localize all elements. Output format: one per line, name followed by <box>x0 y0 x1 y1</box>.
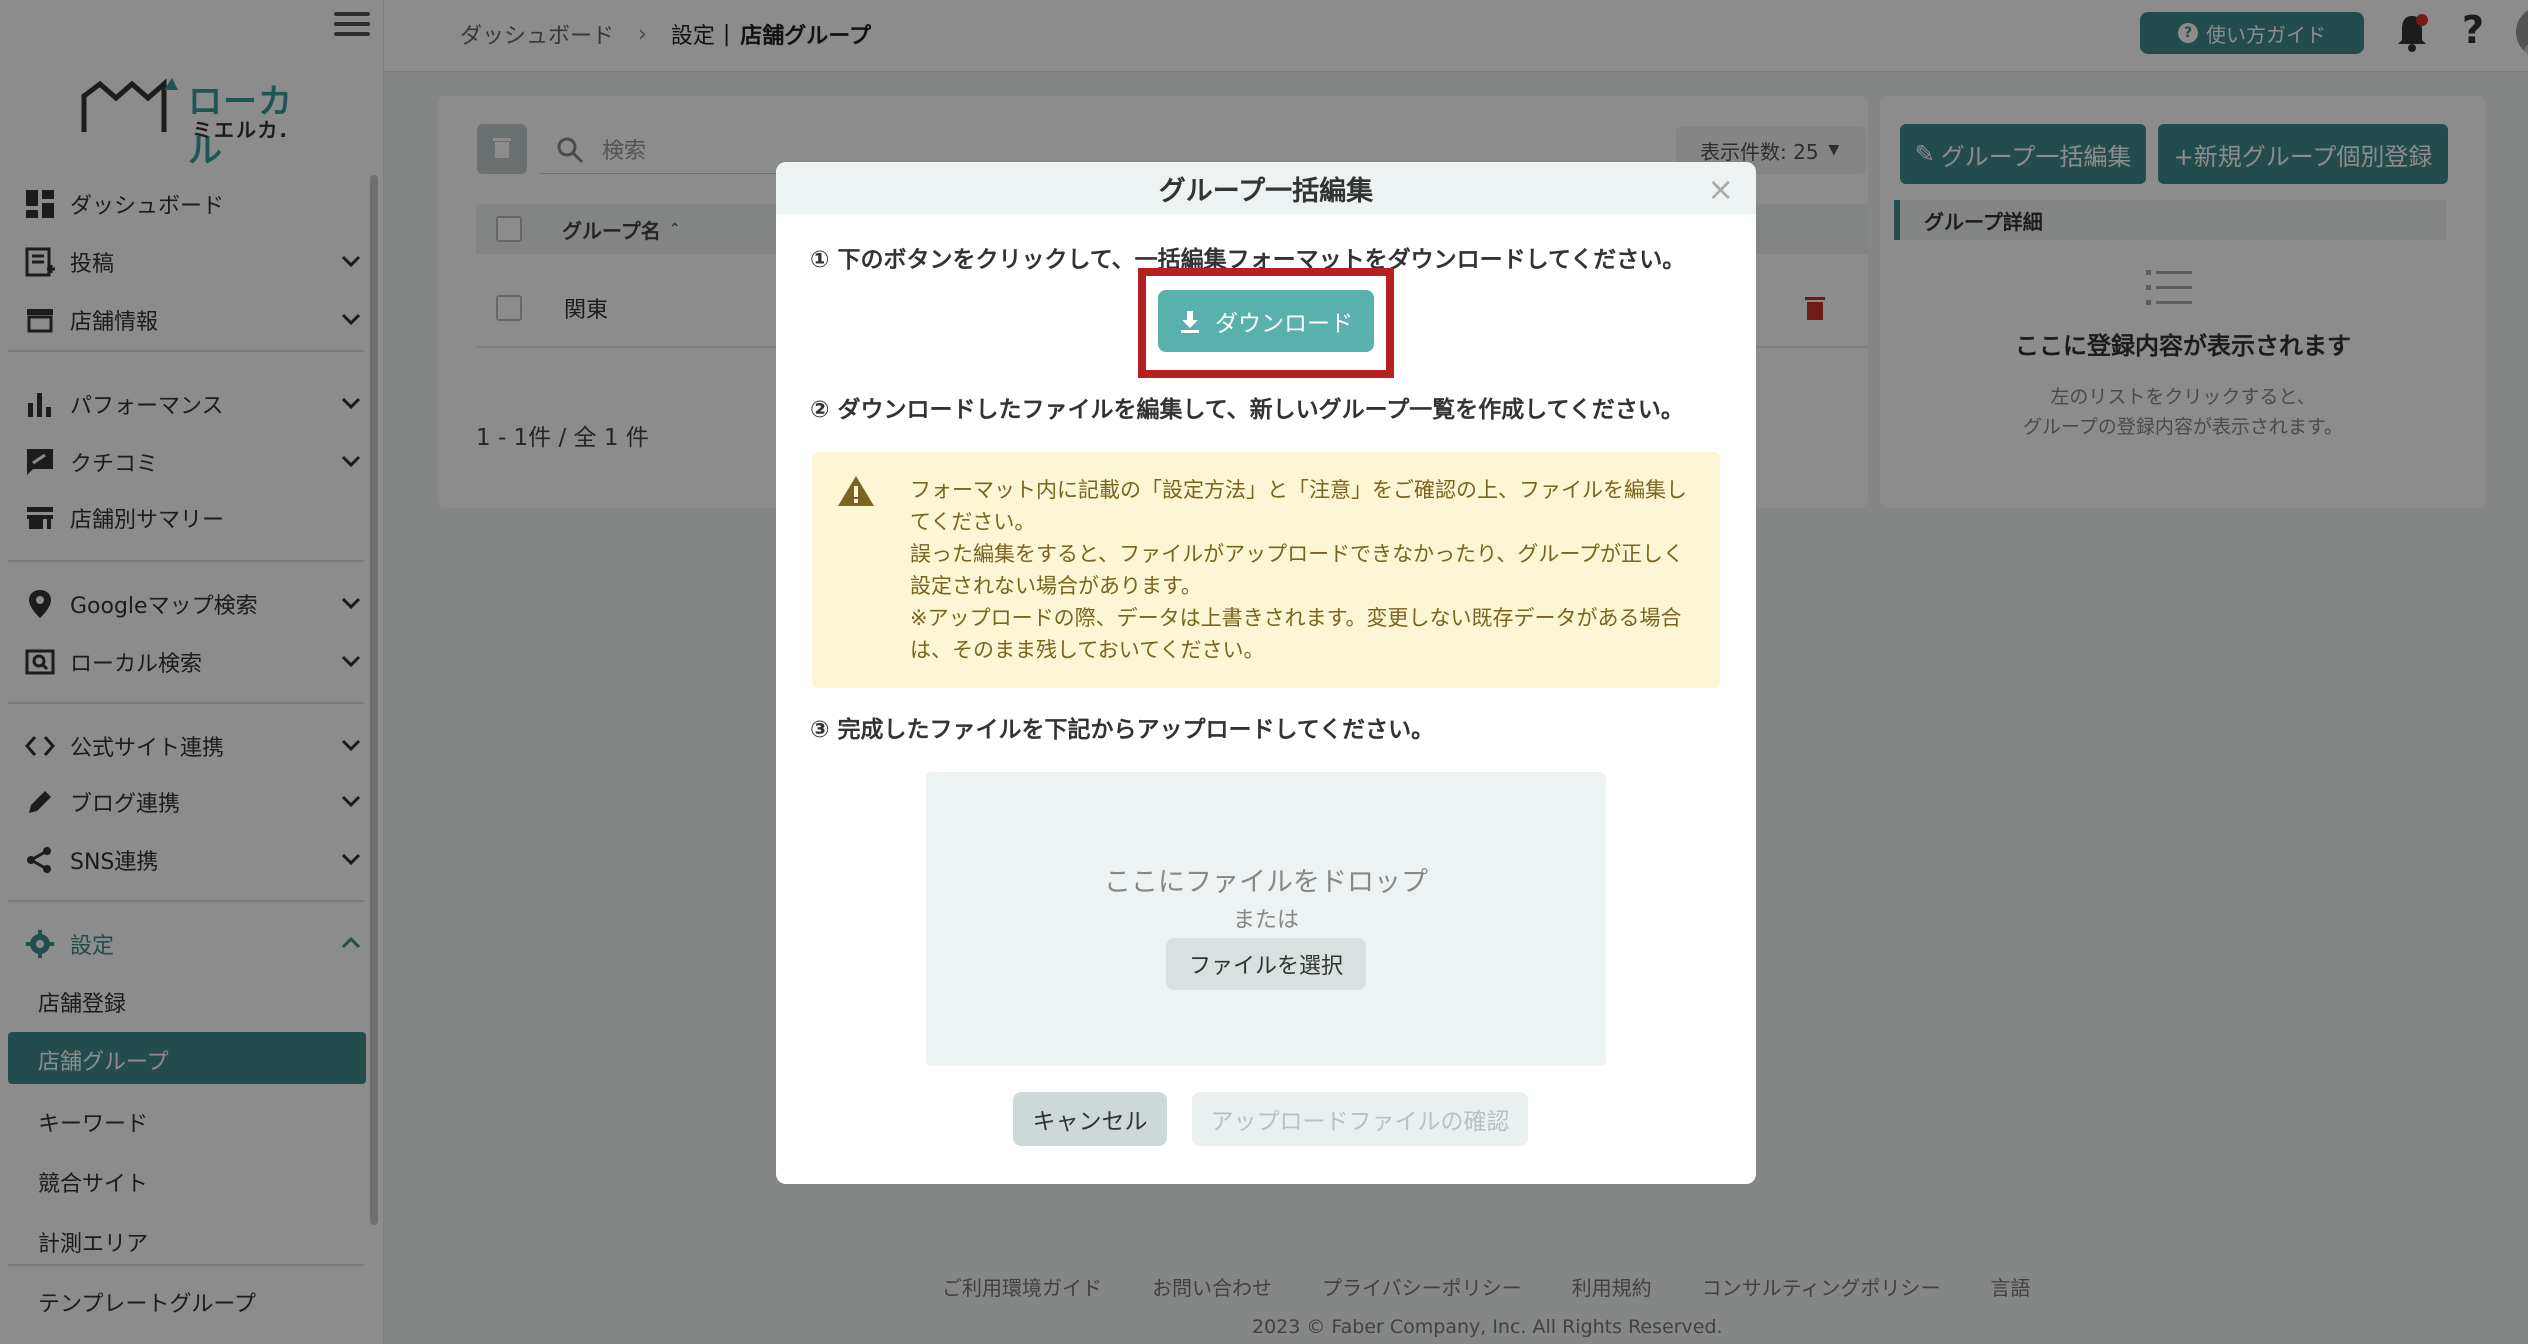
bulk-edit-modal: グループ一括編集 × ① 下のボタンをクリックして、一括編集フォーマットをダウン… <box>776 162 1756 1184</box>
close-icon[interactable]: × <box>1707 170 1734 208</box>
select-file-button[interactable]: ファイルを選択 <box>1166 938 1366 990</box>
download-label: ダウンロード <box>1215 311 1353 337</box>
drop-zone-or: または <box>1232 908 1299 933</box>
warning-line: 誤った編集をすると、ファイルがアップロードできなかったり、グループが正しく設定さ… <box>910 542 1685 598</box>
warning-line: フォーマット内に記載の「設定方法」と「注意」をご確認の上、ファイルを編集してくだ… <box>910 478 1687 534</box>
step-2-text: ② ダウンロードしたファイルを編集して、新しいグループ一覧を作成してください。 <box>810 397 1684 423</box>
modal-title: グループ一括編集 <box>1158 175 1374 207</box>
cancel-button[interactable]: キャンセル <box>1013 1092 1167 1146</box>
file-drop-zone[interactable]: ここにファイルをドロップ または ファイルを選択 <box>926 772 1606 1066</box>
warning-text: フォーマット内に記載の「設定方法」と「注意」をご確認の上、ファイルを編集してくだ… <box>910 474 1700 666</box>
download-button[interactable]: ダウンロード <box>1158 290 1374 352</box>
warning-icon <box>838 476 874 506</box>
step-3-text: ③ 完成したファイルを下記からアップロードしてください。 <box>810 717 1435 743</box>
modal-header: グループ一括編集 × <box>776 162 1756 214</box>
drop-zone-text: ここにファイルをドロップ <box>1104 867 1428 898</box>
confirm-upload-button[interactable]: アップロードファイルの確認 <box>1192 1092 1528 1146</box>
download-icon <box>1181 311 1199 333</box>
warning-box: フォーマット内に記載の「設定方法」と「注意」をご確認の上、ファイルを編集してくだ… <box>812 452 1720 688</box>
warning-line: ※アップロードの際、データは上書きされます。変更しない既存データがある場合は、そ… <box>910 606 1682 662</box>
